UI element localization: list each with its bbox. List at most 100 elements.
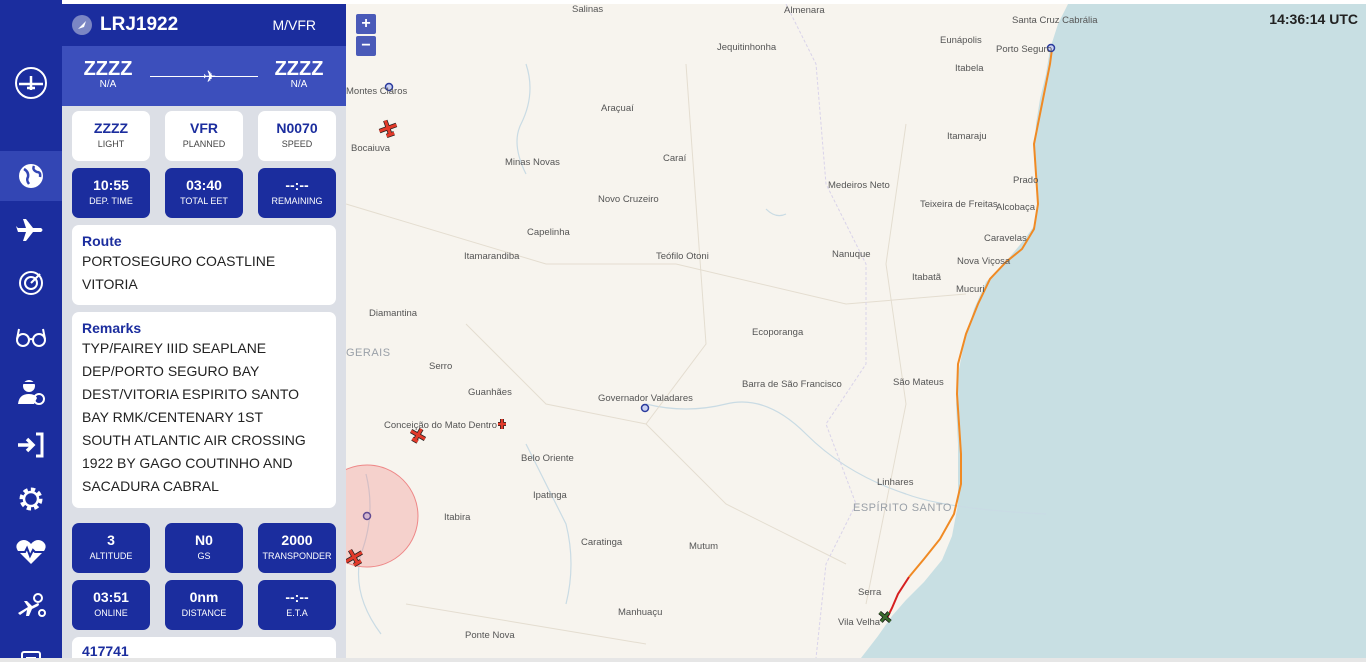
flight-rules: M/VFR: [272, 17, 316, 33]
horizontal-scrollbar[interactable]: [0, 658, 1366, 662]
tile-distance: 0nm DISTANCE: [165, 580, 243, 630]
nav-controllers[interactable]: [0, 258, 62, 308]
tile-altitude: 3 ALTITUDE: [72, 523, 150, 573]
svg-text:Caravelas: Caravelas: [984, 233, 1027, 244]
nav-home[interactable]: [0, 58, 62, 108]
tile-total-eet: 03:40 TOTAL EET: [165, 168, 243, 218]
svg-text:Medeiros Neto: Medeiros Neto: [828, 180, 890, 191]
arrival-airport[interactable]: ZZZZ N/A: [269, 59, 329, 91]
svg-text:São Mateus: São Mateus: [893, 377, 944, 388]
nav-flights[interactable]: [0, 205, 62, 255]
svg-text:Diamantina: Diamantina: [369, 308, 418, 319]
tile-departure-time: 10:55 DEP. TIME: [72, 168, 150, 218]
svg-text:Mutum: Mutum: [689, 541, 718, 552]
globe-icon: [19, 164, 43, 188]
plane-settings-icon: [18, 593, 46, 617]
gear-icon: [19, 487, 43, 511]
svg-text:Linhares: Linhares: [877, 477, 914, 488]
flight-header: LRJ1922 M/VFR: [62, 4, 346, 46]
svg-text:Teófilo Otoni: Teófilo Otoni: [656, 251, 709, 262]
svg-text:Itabatã: Itabatã: [912, 272, 942, 283]
svg-text:Ponte Nova: Ponte Nova: [465, 630, 515, 641]
svg-text:Alcobaça: Alcobaça: [996, 202, 1036, 213]
svg-text:Santa Cruz Cabrália: Santa Cruz Cabrália: [1012, 15, 1098, 26]
nav-pilot[interactable]: [0, 366, 62, 416]
svg-text:Serra: Serra: [858, 587, 882, 598]
svg-text:Ecoporanga: Ecoporanga: [752, 327, 804, 338]
departure-airport[interactable]: ZZZZ N/A: [78, 59, 138, 91]
svg-text:Salinas: Salinas: [572, 4, 603, 15]
svg-text:Guanhães: Guanhães: [468, 387, 512, 398]
map-canvas[interactable]: GERAIS ESPÍRITO SANTO Salinas Almenara S…: [346, 4, 1366, 658]
nav-rail: [0, 0, 62, 662]
zoom-in-button[interactable]: +: [356, 14, 376, 34]
svg-text:Novo Cruzeiro: Novo Cruzeiro: [598, 194, 659, 205]
svg-text:Vila Velha: Vila Velha: [838, 617, 881, 628]
utc-clock: 14:36:14 UTC: [1269, 11, 1358, 27]
pilot-id: 417741: [82, 643, 129, 659]
heartbeat-icon: [16, 540, 46, 564]
svg-text:Capelinha: Capelinha: [527, 227, 570, 238]
remarks-title: Remarks: [82, 320, 142, 336]
tile-groundspeed: N0 GS: [165, 523, 243, 573]
glasses-icon: [16, 328, 46, 347]
svg-text:Barra de São Francisco: Barra de São Francisco: [742, 379, 842, 390]
nav-observers[interactable]: [0, 312, 62, 362]
svg-text:Itamarandiba: Itamarandiba: [464, 251, 520, 262]
tile-online: 03:51 ONLINE: [72, 580, 150, 630]
nav-settings[interactable]: [0, 474, 62, 524]
route-summary: ZZZZ N/A ✈ ZZZZ N/A: [62, 46, 346, 106]
route-plane-icon: ✈: [203, 69, 217, 86]
route-text: PORTOSEGURO COASTLINE VITORIA: [82, 253, 276, 292]
svg-text:Nova Viçosa: Nova Viçosa: [957, 256, 1011, 267]
route-title: Route: [82, 233, 122, 249]
nav-login[interactable]: [0, 420, 62, 470]
nav-map[interactable]: [0, 151, 62, 201]
pilot-icon: [18, 380, 45, 405]
zoom-out-button[interactable]: −: [356, 36, 376, 56]
route-card: Route PORTOSEGURO COASTLINE VITORIA: [72, 225, 336, 305]
svg-text:Minas Novas: Minas Novas: [505, 157, 560, 168]
radar-icon: [19, 271, 43, 295]
svg-text:Bocaiuva: Bocaiuva: [351, 143, 391, 154]
tile-transponder: 2000 TRANSPONDER: [258, 523, 336, 573]
svg-text:Serro: Serro: [429, 361, 452, 372]
svg-text:Belo Oriente: Belo Oriente: [521, 453, 574, 464]
svg-text:Montes Claros: Montes Claros: [346, 86, 407, 97]
svg-text:Teixeira de Freitas: Teixeira de Freitas: [920, 199, 998, 210]
svg-text:Prado: Prado: [1013, 175, 1038, 186]
map-view[interactable]: GERAIS ESPÍRITO SANTO Salinas Almenara S…: [346, 4, 1366, 658]
svg-text:Caratinga: Caratinga: [581, 537, 623, 548]
svg-text:Conceição do Mato Dentro: Conceição do Mato Dentro: [384, 420, 497, 431]
svg-text:Jequitinhonha: Jequitinhonha: [717, 42, 777, 53]
nav-status[interactable]: [0, 527, 62, 577]
airline-logo-icon: [72, 15, 92, 35]
svg-text:Ipatinga: Ipatinga: [533, 490, 568, 501]
remarks-card: Remarks TYP/FAIREY IIID SEAPLANE DEP/POR…: [72, 312, 336, 508]
tile-eta: --:-- E.T.A: [258, 580, 336, 630]
region-label: ESPÍRITO SANTO: [853, 501, 952, 514]
svg-text:Mucuri: Mucuri: [956, 284, 985, 295]
svg-text:Itabela: Itabela: [955, 63, 984, 74]
svg-text:Almenara: Almenara: [784, 5, 825, 16]
svg-text:Manhuaçu: Manhuaçu: [618, 607, 662, 618]
svg-text:Itamaraju: Itamaraju: [947, 131, 987, 142]
svg-text:Itabira: Itabira: [444, 512, 471, 523]
nav-aircraft[interactable]: [0, 581, 62, 631]
svg-text:Porto Seguro: Porto Seguro: [996, 44, 1052, 55]
tile-speed: N0070 SPEED: [258, 111, 336, 161]
svg-text:Araçuaí: Araçuaí: [601, 103, 634, 114]
tile-planned-rules: VFR PLANNED: [165, 111, 243, 161]
tile-aircraft-type: ZZZZ LIGHT: [72, 111, 150, 161]
svg-text:Caraí: Caraí: [663, 153, 687, 164]
svg-text:Nanuque: Nanuque: [832, 249, 871, 260]
region-label: GERAIS: [346, 347, 391, 359]
airplane-icon: [16, 219, 43, 241]
svg-text:Governador Valadares: Governador Valadares: [598, 393, 693, 404]
flight-panel: LRJ1922 M/VFR ZZZZ N/A ✈ ZZZZ N/A ZZZZ LI…: [62, 4, 346, 662]
home-icon: [15, 67, 47, 99]
login-icon: [18, 432, 44, 458]
remarks-text: TYP/FAIREY IIID SEAPLANE DEP/PORTO SEGUR…: [82, 340, 306, 494]
callsign: LRJ1922: [100, 14, 179, 35]
tile-remaining: --:-- REMAINING: [258, 168, 336, 218]
